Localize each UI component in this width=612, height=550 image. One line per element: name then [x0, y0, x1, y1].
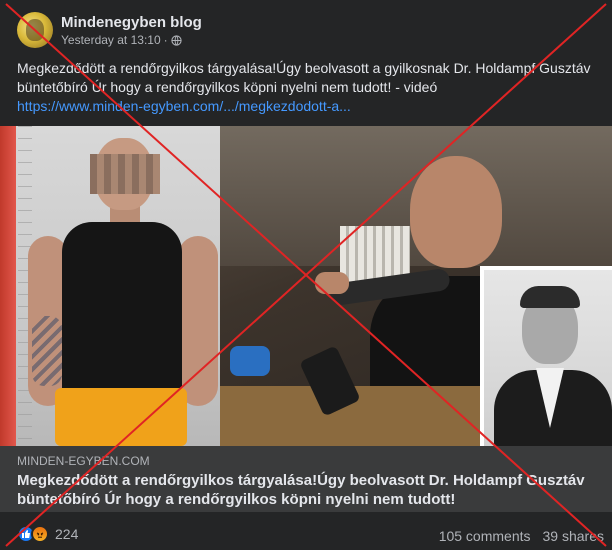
reactions-summary[interactable]: 224	[17, 525, 78, 543]
post-timestamp[interactable]: Yesterday at 13:10	[61, 32, 161, 48]
post-subline: Yesterday at 13:10 ·	[61, 32, 202, 48]
facebook-post: Mindenegyben blog Yesterday at 13:10 · M…	[0, 0, 612, 550]
post-footer: 224 105 comments 39 shares	[0, 516, 612, 550]
post-image[interactable]	[0, 126, 612, 446]
page-avatar[interactable]	[17, 12, 53, 48]
judge-head	[410, 156, 502, 268]
comments-count[interactable]: 105 comments	[439, 528, 531, 544]
link-preview-title[interactable]: Megkezdődött a rendőrgyilkos tárgyalása!…	[17, 471, 602, 509]
reaction-count: 224	[55, 526, 79, 542]
post-link[interactable]: https://www.minden-egyben.com/.../megkez…	[17, 97, 351, 116]
link-preview-domain: MINDEN-EGYBEN.COM	[17, 454, 150, 468]
post-header: Mindenegyben blog Yesterday at 13:10 ·	[17, 10, 202, 50]
angry-icon	[31, 525, 49, 543]
blue-microphone	[230, 346, 270, 376]
pointing-hand	[315, 272, 349, 294]
orange-shorts	[55, 388, 187, 446]
separator-dot: ·	[163, 32, 168, 47]
globe-icon	[171, 34, 182, 46]
page-name[interactable]: Mindenegyben blog	[61, 13, 202, 32]
link-preview-card[interactable]: MINDEN-EGYBEN.COM Megkezdődött a rendőrg…	[0, 446, 612, 512]
inset-photo	[484, 270, 612, 446]
post-text: Megkezdődött a rendőrgyilkos tárgyalása!…	[17, 60, 591, 95]
black-tank-top	[62, 222, 182, 402]
red-tape	[0, 126, 16, 446]
inset-hair	[520, 286, 580, 308]
shares-count[interactable]: 39 shares	[543, 528, 604, 544]
engagement-stats: 105 comments 39 shares	[439, 528, 604, 544]
tattoo	[32, 316, 62, 386]
face-blur	[90, 154, 160, 194]
image-panel-left	[0, 126, 220, 446]
post-meta: Mindenegyben blog Yesterday at 13:10 ·	[61, 13, 202, 48]
arm-right	[178, 236, 218, 406]
